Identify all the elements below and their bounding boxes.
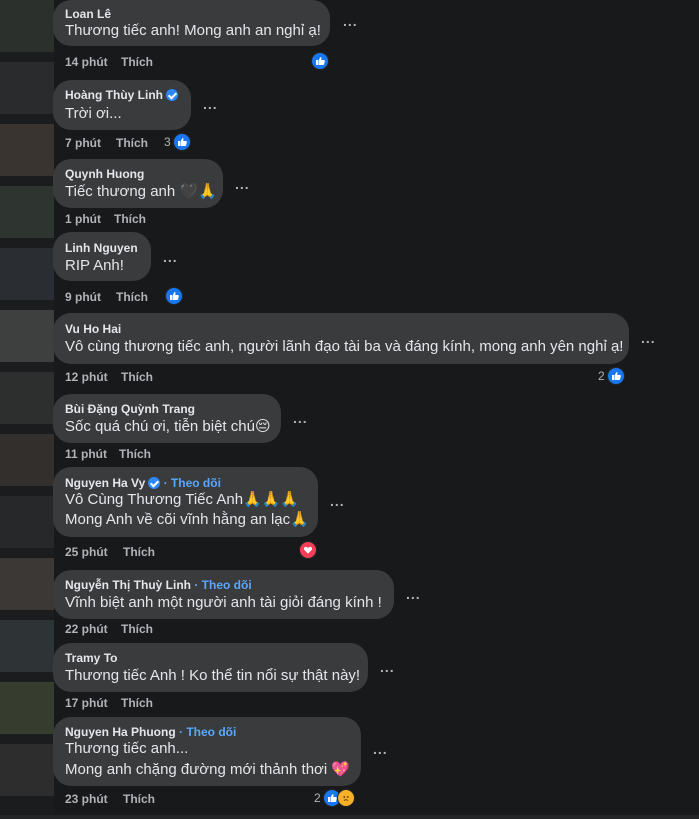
like-button[interactable]: Thích <box>119 447 151 461</box>
more-options-button[interactable]: ... <box>163 250 178 264</box>
reaction-count: 2 <box>314 791 321 805</box>
more-options-button[interactable]: ... <box>203 97 218 111</box>
comment-text: Sốc quá chú ơi, tiễn biệt chú😔 <box>65 418 271 435</box>
reaction-summary[interactable] <box>299 541 317 559</box>
comment-time[interactable]: 7 phút <box>65 136 101 150</box>
like-button[interactable]: Thích <box>121 622 153 636</box>
comment-bubble: Loan Lê Thương tiếc anh! Mong anh an ngh… <box>53 0 330 46</box>
like-button[interactable]: Thích <box>121 370 153 384</box>
comment-author[interactable]: Loan Lê <box>65 7 111 22</box>
bottom-edge <box>0 815 699 819</box>
reaction-summary[interactable]: 2 <box>598 367 625 385</box>
comment-author[interactable]: Nguyễn Thị Thuỳ Linh <box>65 578 191 592</box>
like-reaction-icon <box>311 52 329 70</box>
comment-text: RIP Anh! <box>65 257 124 274</box>
comment-author[interactable]: Bùi Đặng Quỳnh Trang <box>65 402 195 417</box>
like-button[interactable]: Thích <box>121 55 153 69</box>
verified-badge-icon <box>166 89 178 101</box>
avatar[interactable] <box>0 310 54 362</box>
like-reaction-icon <box>172 133 191 151</box>
comment-time[interactable]: 1 phút <box>65 212 101 226</box>
comment-bubble: Tramy To Thương tiếc Anh ! Ko thể tin nổ… <box>53 643 368 692</box>
comment-author[interactable]: Vu Ho Hai <box>65 322 121 337</box>
comment-bubble: Nguyen Ha Vy · Theo dõi Vô Cùng Thương T… <box>53 467 318 537</box>
comment-text: Mong Anh về cõi vĩnh hằng an lạc🙏 <box>65 511 309 528</box>
like-button[interactable]: Thích <box>114 212 146 226</box>
comment-text: Vô Cùng Thương Tiếc Anh🙏🙏🙏 <box>65 491 300 508</box>
avatar[interactable] <box>0 248 54 300</box>
heart-reaction-icon <box>299 541 317 559</box>
avatar[interactable] <box>0 682 54 734</box>
avatar[interactable] <box>0 620 54 672</box>
comment-text: Thương tiếc anh! Mong anh an nghỉ ạ! <box>65 22 321 39</box>
follow-button[interactable]: Theo dõi <box>202 578 252 592</box>
comment-time[interactable]: 22 phút <box>65 622 108 636</box>
comment-text: Thương tiếc Anh ! Ko thể tin nổi sự thật… <box>65 667 361 684</box>
like-reaction-icon <box>165 287 183 305</box>
reaction-summary[interactable] <box>165 287 183 305</box>
comment-time[interactable]: 17 phút <box>65 696 108 710</box>
follow-button[interactable]: Theo dõi <box>171 476 221 490</box>
like-button[interactable]: Thích <box>116 136 148 150</box>
avatar[interactable] <box>0 0 54 52</box>
avatar[interactable] <box>0 372 54 424</box>
avatar[interactable] <box>0 558 54 610</box>
reaction-summary[interactable] <box>311 52 329 70</box>
comment-bubble: Bùi Đặng Quỳnh Trang Sốc quá chú ơi, tiễ… <box>53 394 281 443</box>
comment-feed: Loan Lê Thương tiếc anh! Mong anh an ngh… <box>0 0 699 819</box>
like-reaction-icon <box>606 367 625 385</box>
like-button[interactable]: Thích <box>121 696 153 710</box>
comment-time[interactable]: 25 phút <box>65 545 108 559</box>
comment-text: Tiếc thương anh 🖤🙏 <box>65 183 217 200</box>
comment-author[interactable]: Nguyen Ha Vy <box>65 476 145 490</box>
comment-author[interactable]: Linh Nguyen <box>65 241 138 256</box>
more-options-button[interactable]: ... <box>330 494 345 508</box>
avatar[interactable] <box>0 62 54 114</box>
avatar[interactable] <box>0 744 54 796</box>
comment-author[interactable]: Tramy To <box>65 651 117 666</box>
comment-author[interactable]: Nguyen Ha Phuong <box>65 725 176 739</box>
comment-bubble: Nguyen Ha Phuong · Theo dõi Thương tiếc … <box>53 717 361 786</box>
like-button[interactable]: Thích <box>123 792 155 806</box>
comment-text: Trời ơi... <box>65 105 122 122</box>
avatar[interactable] <box>0 496 54 548</box>
comment-bubble: Linh Nguyen RIP Anh! <box>53 232 151 281</box>
comment-bubble: Nguyễn Thị Thuỳ Linh · Theo dõi Vĩnh biệ… <box>53 570 394 619</box>
more-options-button[interactable]: ... <box>380 660 395 674</box>
more-options-button[interactable]: ... <box>235 177 250 191</box>
comment-bubble: Hoàng Thùy Linh Trời ơi... <box>53 80 191 130</box>
more-options-button[interactable]: ... <box>293 411 308 425</box>
reaction-count: 2 <box>598 369 605 383</box>
comment-author[interactable]: Hoàng Thùy Linh <box>65 88 163 102</box>
comment-time[interactable]: 14 phút <box>65 55 108 69</box>
reaction-count: 3 <box>164 135 171 149</box>
avatar[interactable] <box>0 124 54 176</box>
comment-author[interactable]: Quynh Huong <box>65 167 144 182</box>
comment-text: Mong anh chặng đường mới thảnh thơi 💖 <box>65 761 351 778</box>
comment-text: Thương tiếc anh... <box>65 740 189 757</box>
comment-text: Vĩnh biệt anh một người anh tài giỏi đán… <box>65 594 382 611</box>
reaction-summary[interactable]: 3 <box>164 133 191 151</box>
follow-button[interactable]: Theo dõi <box>186 725 236 739</box>
comment-bubble: Quynh Huong Tiếc thương anh 🖤🙏 <box>53 159 223 208</box>
avatar[interactable] <box>0 434 54 486</box>
more-options-button[interactable]: ... <box>373 742 388 756</box>
avatar[interactable] <box>0 186 54 238</box>
comment-bubble: Vu Ho Hai Vô cùng thương tiếc anh, người… <box>53 313 629 364</box>
reaction-summary[interactable]: 2 <box>314 789 355 807</box>
avatar-column <box>0 0 54 819</box>
more-options-button[interactable]: ... <box>641 331 656 345</box>
verified-badge-icon <box>148 477 161 489</box>
comment-time[interactable]: 23 phút <box>65 792 108 806</box>
like-button[interactable]: Thích <box>123 545 155 559</box>
like-button[interactable]: Thích <box>116 290 148 304</box>
comment-time[interactable]: 12 phút <box>65 370 108 384</box>
sad-reaction-icon <box>336 789 355 807</box>
comment-text: Vô cùng thương tiếc anh, người lãnh đạo … <box>65 338 624 355</box>
comment-time[interactable]: 9 phút <box>65 290 101 304</box>
comment-time[interactable]: 11 phút <box>65 447 107 461</box>
more-options-button[interactable]: ... <box>343 14 358 28</box>
more-options-button[interactable]: ... <box>406 587 421 601</box>
